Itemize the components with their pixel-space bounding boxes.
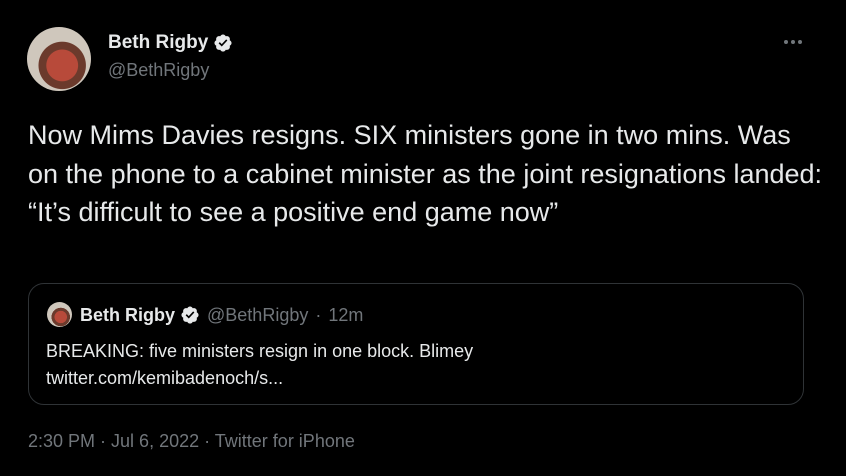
quoted-author-name: Beth Rigby: [80, 304, 176, 325]
quoted-age: 12m: [328, 304, 364, 325]
author-handle[interactable]: @BethRigby: [108, 60, 233, 81]
author-name[interactable]: Beth Rigby: [108, 32, 208, 54]
tweet-meta: 2:30 PM · Jul 6, 2022 · Twitter for iPho…: [28, 431, 355, 452]
verified-badge-icon: [181, 306, 199, 324]
tweet-date[interactable]: Jul 6, 2022: [111, 431, 199, 451]
quoted-handle: @BethRigby: [207, 304, 309, 325]
tweet-text: Now Mims Davies resigns. SIX ministers g…: [28, 120, 823, 227]
more-options-icon: [784, 40, 788, 44]
author-block: Beth Rigby @BethRigby: [108, 30, 233, 81]
avatar[interactable]: [27, 27, 91, 91]
more-options-icon-dot: [798, 40, 802, 44]
quoted-text: BREAKING: five ministers resign in one b…: [46, 338, 786, 392]
quoted-link[interactable]: twitter.com/kemibadenoch/s...: [46, 365, 786, 392]
quoted-header: Beth Rigby @BethRigby · 12m: [80, 302, 363, 328]
tweet-time[interactable]: 2:30 PM: [28, 431, 95, 451]
quoted-separator: ·: [315, 304, 322, 325]
quoted-text-line: BREAKING: five ministers resign in one b…: [46, 341, 474, 361]
more-options-icon-dot: [791, 40, 795, 44]
meta-separator: ·: [199, 431, 215, 451]
meta-separator: ·: [95, 431, 112, 451]
quoted-avatar: [47, 302, 72, 327]
verified-badge-icon: [214, 34, 232, 52]
tweet-source[interactable]: Twitter for iPhone: [215, 431, 355, 451]
author-name-row: Beth Rigby: [108, 30, 233, 56]
more-options-button[interactable]: [778, 30, 808, 54]
quoted-tweet[interactable]: Beth Rigby @BethRigby · 12m BREAKING: fi…: [28, 283, 804, 405]
